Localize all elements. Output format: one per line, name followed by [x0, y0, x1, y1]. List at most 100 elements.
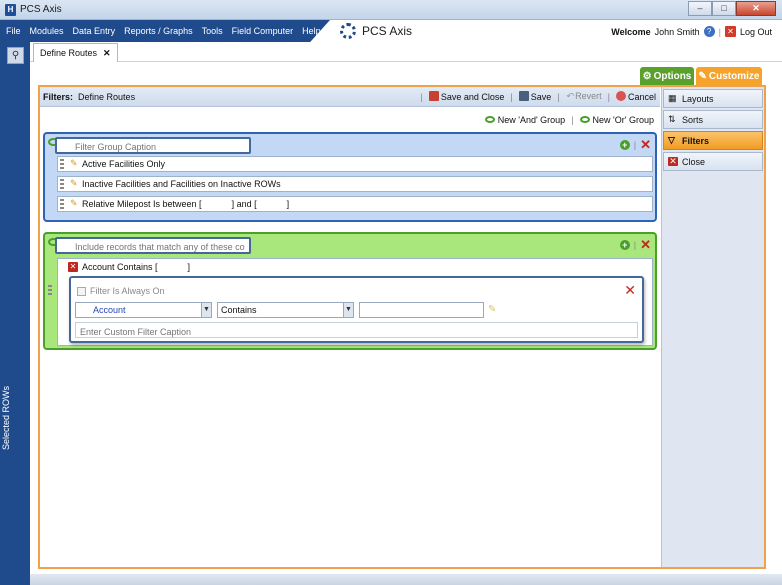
- condition-label: Relative Milepost Is between [ ] and [ ]: [82, 199, 290, 209]
- chevron-down-icon[interactable]: ▼: [343, 303, 353, 317]
- condition-editor: Filter Is Always On ✕ Account ▼ Contains…: [69, 276, 644, 343]
- delete-group-icon[interactable]: ✕: [640, 138, 651, 151]
- and-group-icon: [484, 116, 495, 123]
- layouts-icon: ▦: [668, 93, 677, 103]
- menu-file[interactable]: File: [6, 26, 21, 36]
- help-icon[interactable]: ?: [703, 26, 715, 37]
- side-item-sorts[interactable]: ⇅ Sorts: [663, 110, 763, 129]
- document-tab-strip: Define Routes ✕: [30, 42, 782, 62]
- drag-handle-icon[interactable]: [60, 159, 64, 169]
- drag-handle-icon[interactable]: [48, 285, 52, 295]
- user-box: Welcome John Smith ? | ✕ Log Out: [611, 26, 772, 37]
- group-tools: + | ✕: [619, 238, 651, 251]
- filter-condition[interactable]: ✎ Relative Milepost Is between [ ] and […: [57, 196, 653, 212]
- filter-editor-frame: Filters: Define Routes | Save and Close …: [38, 85, 766, 569]
- or-filter-group: + | ✕ ✕ Account Contains [ ] Filter Is A…: [43, 232, 657, 350]
- left-rail: ⚲ Selected ROWs: [0, 42, 30, 585]
- divider: |: [510, 91, 513, 102]
- save-and-close-button[interactable]: Save and Close: [428, 91, 505, 102]
- menu-field-computer[interactable]: Field Computer: [232, 26, 294, 36]
- user-name: John Smith: [654, 26, 700, 37]
- divider: |: [557, 91, 560, 102]
- menu-data-entry[interactable]: Data Entry: [73, 26, 116, 36]
- delete-condition-icon[interactable]: ✕: [68, 262, 78, 272]
- field-value: Account: [93, 305, 126, 315]
- new-or-group-link[interactable]: New 'Or' Group: [579, 115, 654, 125]
- customize-button[interactable]: ✎ Customize: [696, 67, 762, 85]
- group-tools: + | ✕: [619, 138, 651, 151]
- minimize-button[interactable]: –: [688, 1, 712, 16]
- always-on-option[interactable]: Filter Is Always On: [77, 286, 165, 296]
- options-button[interactable]: ⚙ Options: [640, 67, 694, 85]
- menu-help[interactable]: Help: [302, 26, 321, 36]
- cancel-button[interactable]: Cancel: [615, 91, 656, 102]
- logout-icon[interactable]: ✕: [724, 26, 736, 37]
- divider: |: [633, 140, 637, 150]
- filter-condition: ✕ Account Contains [ ] Filter Is Always …: [48, 258, 653, 346]
- status-bar: [30, 574, 782, 585]
- drag-handle-icon[interactable]: [60, 179, 64, 189]
- cancel-icon: [615, 91, 626, 101]
- selected-rows-tab[interactable]: Selected ROWs: [1, 386, 11, 450]
- filter-icon: ▽: [668, 135, 675, 145]
- window-close-button[interactable]: ✕: [736, 1, 776, 16]
- condition-label: Account Contains [ ]: [82, 262, 191, 272]
- menu-bar: File Modules Data Entry Reports / Graphs…: [0, 20, 782, 42]
- group-caption-input[interactable]: [55, 237, 251, 254]
- side-item-layouts[interactable]: ▦ Layouts: [663, 89, 763, 108]
- pencil-icon[interactable]: ✎: [488, 304, 496, 315]
- filter-condition[interactable]: ✎ Inactive Facilities and Facilities on …: [57, 176, 653, 192]
- revert-button[interactable]: ↶ Revert: [566, 91, 602, 102]
- condition-header: ✕ Account Contains [ ]: [68, 262, 190, 272]
- window-titlebar: H PCS Axis – □ ✕: [0, 0, 782, 20]
- add-condition-icon[interactable]: +: [619, 240, 630, 250]
- gear-icon: ⚙: [642, 70, 652, 82]
- close-editor-icon[interactable]: ✕: [624, 283, 636, 297]
- brand: PCS Axis: [340, 23, 412, 39]
- brand-logo-icon: [340, 23, 356, 39]
- tab-close-icon[interactable]: ✕: [103, 48, 111, 58]
- app-logo-icon: H: [5, 4, 16, 16]
- side-item-close[interactable]: ✕ Close: [663, 152, 763, 171]
- condition-label: Active Facilities Only: [82, 159, 166, 169]
- save-button[interactable]: Save: [518, 91, 551, 102]
- and-filter-group: + | ✕ ✎ Active Facilities Only ✎ Inactiv…: [43, 132, 657, 222]
- operator-select[interactable]: Contains ▼: [217, 302, 354, 318]
- drag-handle-icon[interactable]: [60, 199, 64, 209]
- brand-name: PCS Axis: [362, 24, 413, 38]
- new-and-group-link[interactable]: New 'And' Group: [484, 115, 565, 125]
- menu-reports-graphs[interactable]: Reports / Graphs: [124, 26, 193, 36]
- divider: |: [571, 115, 574, 125]
- group-links: New 'And' Group | New 'Or' Group: [484, 115, 654, 125]
- side-item-label: Layouts: [682, 94, 714, 104]
- value-input[interactable]: [359, 302, 484, 318]
- customize-label: Customize: [708, 70, 760, 82]
- window-controls: – □ ✕: [688, 1, 776, 16]
- pencil-icon[interactable]: ✎: [70, 179, 78, 188]
- side-item-label: Sorts: [682, 115, 704, 125]
- menu-tools[interactable]: Tools: [202, 26, 223, 36]
- side-item-filters[interactable]: ▽ Filters: [663, 131, 763, 150]
- filters-label: Filters:: [43, 92, 74, 102]
- filter-toolbar: Filters: Define Routes | Save and Close …: [40, 87, 660, 107]
- menu-modules[interactable]: Modules: [30, 26, 64, 36]
- group-caption-input[interactable]: [55, 137, 251, 154]
- custom-caption-input[interactable]: [75, 322, 638, 338]
- field-select[interactable]: Account ▼: [75, 302, 212, 318]
- maximize-button[interactable]: □: [712, 1, 736, 16]
- filter-condition[interactable]: ✎ Active Facilities Only: [57, 156, 653, 172]
- search-icon[interactable]: ⚲: [7, 47, 24, 64]
- logout-link[interactable]: Log Out: [740, 27, 772, 37]
- always-on-checkbox[interactable]: [77, 286, 86, 296]
- tab-define-routes[interactable]: Define Routes ✕: [33, 43, 118, 62]
- tab-label: Define Routes: [40, 48, 98, 58]
- save-and-close-label: Save and Close: [440, 92, 505, 102]
- pencil-icon[interactable]: ✎: [70, 159, 78, 168]
- cancel-label: Cancel: [627, 92, 656, 102]
- pencil-icon[interactable]: ✎: [70, 199, 78, 208]
- side-item-label: Filters: [682, 136, 710, 146]
- delete-group-icon[interactable]: ✕: [640, 238, 651, 251]
- chevron-down-icon[interactable]: ▼: [201, 303, 211, 317]
- add-condition-icon[interactable]: +: [619, 140, 630, 150]
- panel-toggle-buttons: ⚙ Options ✎ Customize: [640, 67, 762, 85]
